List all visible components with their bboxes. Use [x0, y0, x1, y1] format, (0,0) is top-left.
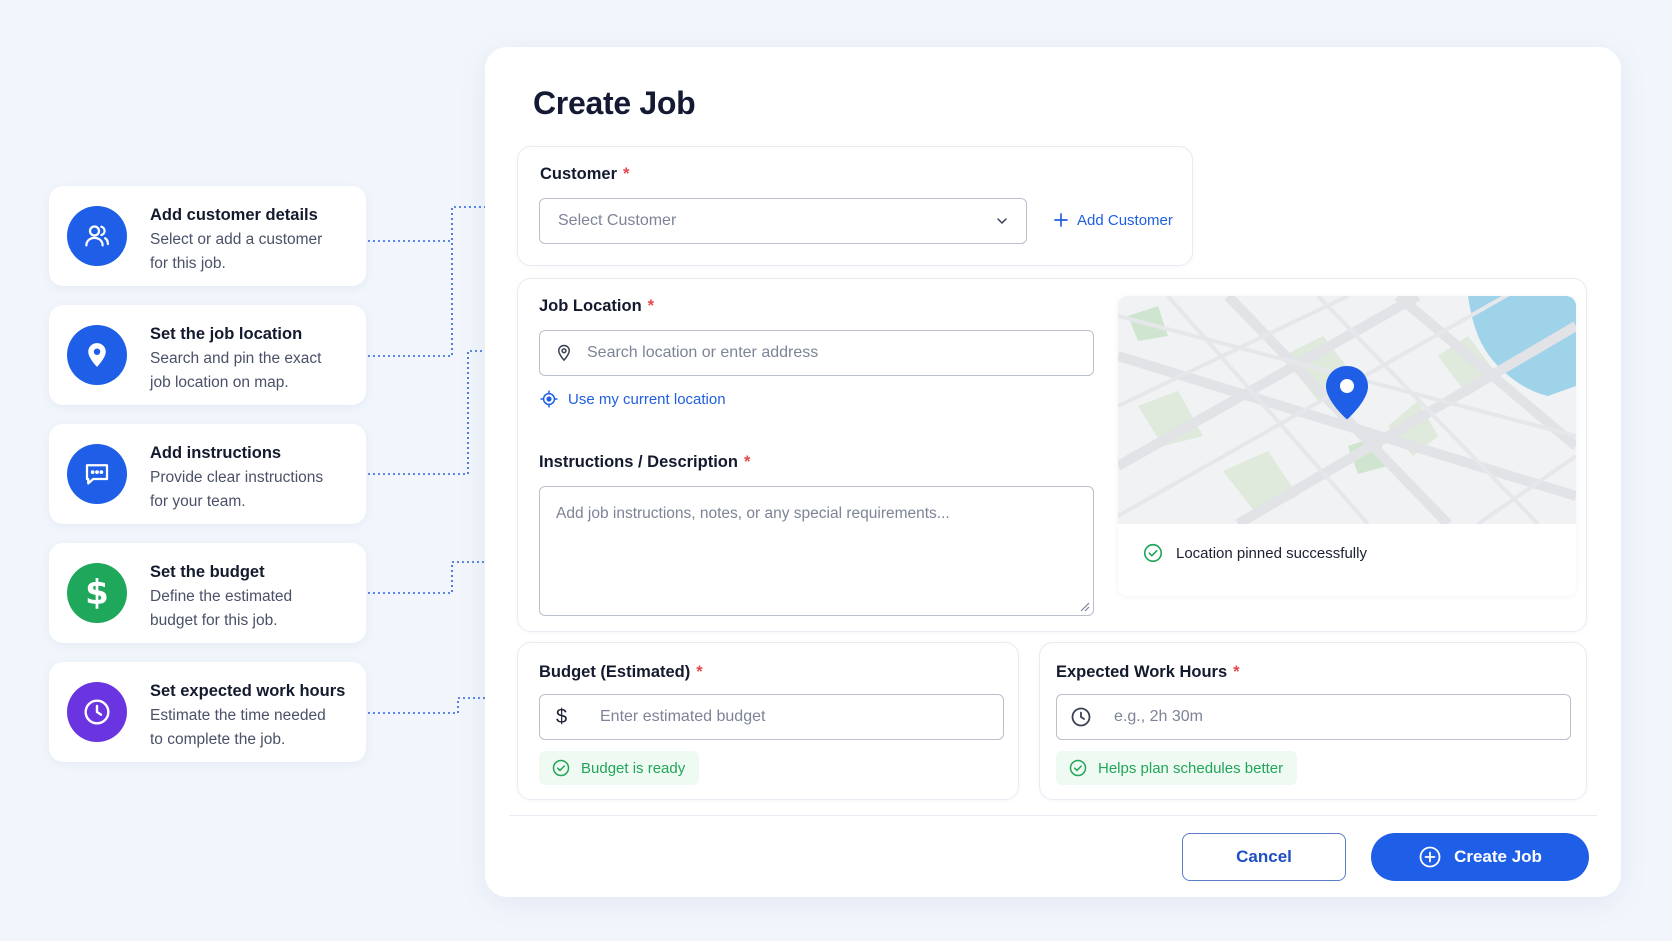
cancel-button[interactable]: Cancel: [1182, 833, 1346, 881]
resize-handle-icon[interactable]: [1078, 600, 1090, 612]
use-current-location-label: Use my current location: [568, 390, 726, 408]
create-job-button[interactable]: Create Job: [1371, 833, 1589, 881]
step-title: Set the budget: [150, 563, 265, 581]
add-customer-button[interactable]: Add Customer: [1052, 211, 1173, 229]
user-group-icon: [67, 206, 127, 266]
customer-select[interactable]: Select Customer: [539, 198, 1027, 244]
check-circle-icon: [1143, 543, 1163, 563]
create-job-modal: Create Job Customer * Select Customer Add…: [485, 47, 1621, 897]
step-hours-card: Set expected work hours Estimate the tim…: [49, 662, 366, 762]
customer-section: Customer * Select Customer Add Customer: [517, 146, 1193, 266]
hours-input[interactable]: e.g., 2h 30m: [1056, 694, 1571, 740]
location-placeholder: Search location or enter address: [587, 344, 819, 361]
create-job-label: Create Job: [1454, 847, 1542, 866]
instructions-textarea[interactable]: Add job instructions, notes, or any spec…: [539, 486, 1094, 616]
budget-input[interactable]: $ Enter estimated budget: [539, 694, 1004, 740]
hours-label: Expected Work Hours *: [1056, 663, 1240, 681]
map-view[interactable]: [1118, 296, 1576, 524]
step-description: Select or add a customer for this job.: [150, 231, 323, 272]
customer-label: Customer *: [540, 165, 630, 183]
chevron-down-icon: [997, 218, 1007, 225]
chat-icon: [67, 444, 127, 504]
budget-label: Budget (Estimated) *: [539, 663, 703, 681]
dollar-icon: $: [67, 563, 127, 623]
step-description: Search and pin the exact job location on …: [150, 350, 322, 391]
modal-title: Create Job: [533, 85, 696, 121]
step-location-card: Set the job location Search and pin the …: [49, 305, 366, 405]
step-title: Set expected work hours: [150, 682, 346, 700]
step-title: Set the job location: [150, 325, 303, 343]
budget-status-badge: Budget is ready: [539, 751, 700, 785]
location-pinned-status: Location pinned successfully: [1142, 542, 1367, 564]
location-search-input[interactable]: Search location or enter address: [539, 330, 1094, 376]
check-circle-icon: [1069, 759, 1087, 777]
map-card: Location pinned successfully: [1118, 296, 1576, 596]
plus-icon: [1054, 213, 1068, 227]
clock-icon: [1071, 707, 1091, 727]
map-pin-icon: [67, 325, 127, 385]
crosshair-icon: [540, 390, 558, 408]
hours-section: Expected Work Hours * e.g., 2h 30m Helps …: [1039, 642, 1587, 800]
dollar-prefix-icon: $: [556, 705, 568, 728]
budget-section: Budget (Estimated) * $ Enter estimated bu…: [517, 642, 1019, 800]
step-title: Add instructions: [150, 444, 282, 462]
step-customer-card: Add customer details Select or add a cus…: [49, 186, 366, 286]
plus-circle-icon: [1419, 846, 1441, 868]
page: Add customer details Select or add a cus…: [0, 0, 1672, 941]
budget-placeholder: Enter estimated budget: [600, 708, 766, 725]
step-title: Add customer details: [150, 206, 318, 224]
step-description: Provide clear instructions for your team.: [150, 469, 324, 510]
step-budget-card: $ Set the budget Define the estimated bud…: [49, 543, 366, 643]
footer-divider: [509, 815, 1597, 816]
instructions-placeholder: Add job instructions, notes, or any spec…: [556, 505, 950, 522]
clock-icon: [67, 682, 127, 742]
step-description: Define the estimated budget for this job.: [150, 588, 293, 629]
job-location-label: Job Location *: [539, 297, 655, 315]
step-description: Estimate the time needed to complete the …: [150, 707, 326, 748]
hours-placeholder: e.g., 2h 30m: [1114, 708, 1203, 725]
step-instructions-card: Add instructions Provide clear instructi…: [49, 424, 366, 524]
add-customer-label: Add Customer: [1077, 211, 1173, 229]
customer-select-placeholder: Select Customer: [558, 212, 677, 229]
location-section: Job Location * Search location or enter a…: [517, 278, 1587, 632]
location-pin-icon: [557, 344, 571, 362]
hours-status-badge: Helps plan schedules better: [1056, 751, 1298, 785]
check-circle-icon: [552, 759, 570, 777]
use-current-location-link[interactable]: Use my current location: [539, 389, 726, 409]
instructions-label: Instructions / Description *: [539, 453, 751, 471]
